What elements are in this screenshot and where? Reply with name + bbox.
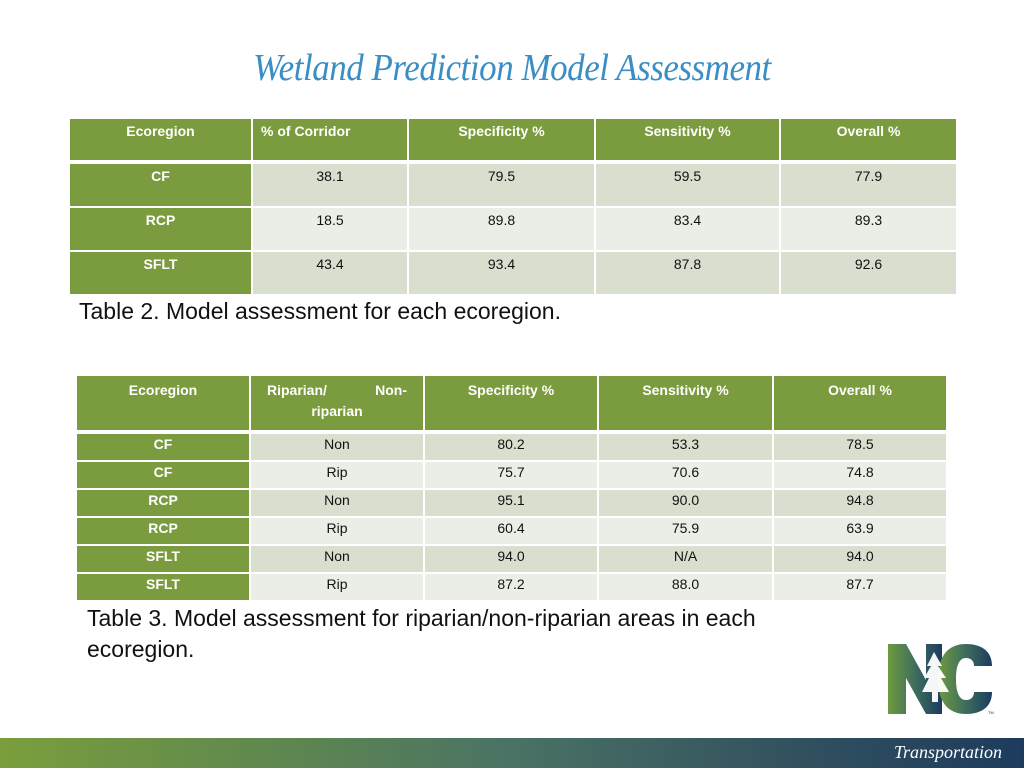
table-row: RCP Non 95.1 90.0 94.8 [77, 488, 946, 516]
riparian-header-part3: riparian [311, 403, 363, 419]
footer-bar: Transportation [0, 738, 1024, 768]
cell-overall: 77.9 [781, 160, 956, 206]
col-header-sensitivity: Sensitivity % [599, 376, 774, 430]
cell-overall: 74.8 [774, 460, 946, 488]
cell-specificity: 95.1 [425, 488, 599, 516]
cell-overall: 94.8 [774, 488, 946, 516]
cell-specificity: 89.8 [409, 206, 596, 250]
riparian-header-part2: Non- [375, 382, 407, 398]
cell-specificity: 94.0 [425, 544, 599, 572]
cell-ecoregion: CF [77, 460, 251, 488]
cell-specificity: 60.4 [425, 516, 599, 544]
cell-overall: 94.0 [774, 544, 946, 572]
cell-specificity: 80.2 [425, 430, 599, 460]
col-header-ecoregion: Ecoregion [70, 119, 253, 160]
cell-type: Non [251, 430, 425, 460]
cell-sensitivity: 75.9 [599, 516, 774, 544]
col-header-ecoregion: Ecoregion [77, 376, 251, 430]
cell-ecoregion: RCP [77, 488, 251, 516]
table-row: CF Rip 75.7 70.6 74.8 [77, 460, 946, 488]
cell-sensitivity: 88.0 [599, 572, 774, 600]
table-row: SFLT 43.4 93.4 87.8 92.6 [70, 250, 956, 294]
cell-ecoregion: SFLT [77, 572, 251, 600]
cell-ecoregion: RCP [70, 206, 253, 250]
svg-text:TM: TM [988, 710, 994, 715]
cell-ecoregion: RCP [77, 516, 251, 544]
table-header-row: Ecoregion Riparian/ Non- riparian Specif… [77, 376, 946, 430]
nc-logo: TM [888, 644, 994, 715]
cell-specificity: 79.5 [409, 160, 596, 206]
col-header-overall: Overall % [781, 119, 956, 160]
cell-ecoregion: CF [77, 430, 251, 460]
cell-overall: 89.3 [781, 206, 956, 250]
cell-ecoregion: CF [70, 160, 253, 206]
cell-type: Non [251, 488, 425, 516]
col-header-corridor: % of Corridor [253, 119, 409, 160]
table-row: SFLT Rip 87.2 88.0 87.7 [77, 572, 946, 600]
cell-ecoregion: SFLT [70, 250, 253, 294]
cell-type: Rip [251, 516, 425, 544]
cell-overall: 78.5 [774, 430, 946, 460]
table-row: CF 38.1 79.5 59.5 77.9 [70, 160, 956, 206]
cell-ecoregion: SFLT [77, 544, 251, 572]
table-row: CF Non 80.2 53.3 78.5 [77, 430, 946, 460]
col-header-specificity: Specificity % [425, 376, 599, 430]
col-header-specificity: Specificity % [409, 119, 596, 160]
table-header-row: Ecoregion % of Corridor Specificity % Se… [70, 119, 956, 160]
cell-sensitivity: 53.3 [599, 430, 774, 460]
col-header-sensitivity: Sensitivity % [596, 119, 781, 160]
cell-type: Rip [251, 460, 425, 488]
slide-title: Wetland Prediction Model Assessment [253, 47, 771, 89]
table-row: RCP Rip 60.4 75.9 63.9 [77, 516, 946, 544]
cell-sensitivity: 83.4 [596, 206, 781, 250]
cell-specificity: 75.7 [425, 460, 599, 488]
cell-sensitivity: 90.0 [599, 488, 774, 516]
table-row: RCP 18.5 89.8 83.4 89.3 [70, 206, 956, 250]
cell-overall: 87.7 [774, 572, 946, 600]
table3-caption: Table 3. Model assessment for riparian/n… [87, 605, 756, 662]
cell-sensitivity: 87.8 [596, 250, 781, 294]
cell-specificity: 87.2 [425, 572, 599, 600]
cell-type: Non [251, 544, 425, 572]
cell-specificity: 93.4 [409, 250, 596, 294]
table2-caption: Table 2. Model assessment for each ecore… [79, 298, 561, 324]
cell-overall: 92.6 [781, 250, 956, 294]
cell-type: Rip [251, 572, 425, 600]
cell-corridor: 43.4 [253, 250, 409, 294]
cell-corridor: 38.1 [253, 160, 409, 206]
riparian-assessment-table: Ecoregion Riparian/ Non- riparian Specif… [77, 376, 946, 600]
cell-overall: 63.9 [774, 516, 946, 544]
footer-transportation-label: Transportation [893, 742, 1002, 762]
cell-sensitivity: 70.6 [599, 460, 774, 488]
cell-sensitivity: N/A [599, 544, 774, 572]
cell-sensitivity: 59.5 [596, 160, 781, 206]
ecoregion-assessment-table: Ecoregion % of Corridor Specificity % Se… [70, 119, 956, 294]
col-header-riparian: Riparian/ Non- riparian [251, 376, 425, 430]
riparian-header-part1: Riparian/ [267, 382, 327, 398]
cell-corridor: 18.5 [253, 206, 409, 250]
table-row: SFLT Non 94.0 N/A 94.0 [77, 544, 946, 572]
col-header-overall: Overall % [774, 376, 946, 430]
